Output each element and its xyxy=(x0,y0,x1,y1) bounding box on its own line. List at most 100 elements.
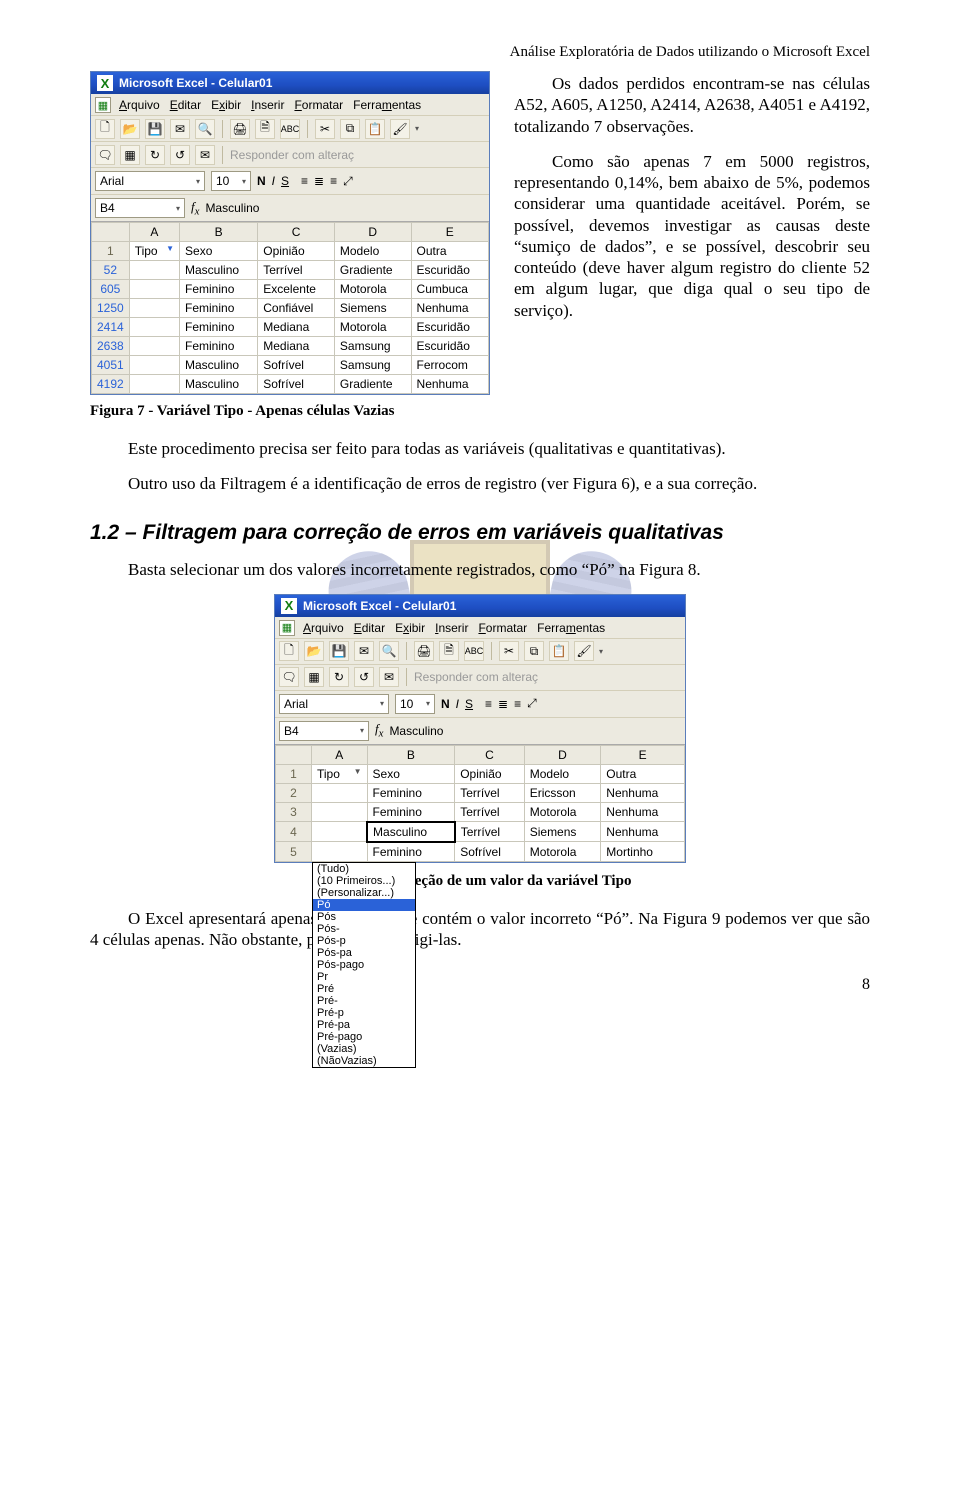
save-icon[interactable]: 💾 xyxy=(329,641,349,661)
preview-icon[interactable]: 🗎 xyxy=(255,119,275,139)
formula-value: Masculino xyxy=(205,201,259,215)
merge-icon[interactable]: ⤢ xyxy=(527,696,537,711)
paste-icon[interactable]: 📋 xyxy=(365,119,385,139)
search-icon[interactable]: 🔍 xyxy=(195,119,215,139)
filter-option[interactable]: Pré-pa xyxy=(313,1019,415,1031)
preview-icon[interactable]: 🗎 xyxy=(439,641,459,661)
filter-option[interactable]: (Personalizar...) xyxy=(313,887,415,899)
font-size-combo[interactable]: 10▾ xyxy=(395,694,435,714)
envelope-icon[interactable]: ✉ xyxy=(379,667,399,687)
filter-option[interactable]: Pré xyxy=(313,983,415,995)
italic-button[interactable]: I xyxy=(272,174,275,188)
filter-option[interactable]: Pós-p xyxy=(313,935,415,947)
fx-icon[interactable]: fx xyxy=(375,721,383,740)
formatting-toolbar: Arial▾ 10▾ N I S ≡ ≣ ≡ ⤢ xyxy=(91,168,489,195)
menu-ferramentas[interactable]: Ferramentas xyxy=(537,621,605,635)
spell-icon[interactable]: ABC xyxy=(464,641,484,661)
align-right-icon[interactable]: ≡ xyxy=(514,697,521,711)
menu-formatar[interactable]: Formatar xyxy=(478,621,527,635)
menu-exibir[interactable]: Exibir xyxy=(395,621,425,635)
cut-icon[interactable]: ✂ xyxy=(499,641,519,661)
align-center-icon[interactable]: ≣ xyxy=(314,174,324,188)
titlebar: X Microsoft Excel - Celular01 xyxy=(275,595,685,617)
envelope-icon[interactable]: ✉ xyxy=(195,145,215,165)
menu-exibir[interactable]: Exibir xyxy=(211,98,241,112)
filter-option[interactable]: (Vazias) xyxy=(313,1043,415,1055)
open-icon[interactable]: 📂 xyxy=(120,119,140,139)
open-icon[interactable]: 📂 xyxy=(304,641,324,661)
filter-option[interactable]: Pós xyxy=(313,911,415,923)
track-icon[interactable]: ↺ xyxy=(170,145,190,165)
merge-icon[interactable]: ⤢ xyxy=(343,174,353,189)
filter-option[interactable]: Pré- xyxy=(313,995,415,1007)
copy-icon[interactable]: ⧉ xyxy=(524,641,544,661)
name-box[interactable]: B4▾ xyxy=(95,198,185,218)
header-row: 1 Tipo▼ Sexo Opinião Modelo Outra xyxy=(92,242,489,261)
filter-option[interactable]: (NãoVazias) xyxy=(313,1055,415,1067)
standard-toolbar: 🗋 📂 💾 ✉ 🔍 🖨 🗎 ABC ✂ ⧉ 📋 🖌 ▾ xyxy=(275,639,685,665)
comment-icon[interactable]: 🗨 xyxy=(279,667,299,687)
spreadsheet-grid[interactable]: A B C D E 1 Tipo▼ Sexo Opinião Modelo Ou… xyxy=(91,222,489,394)
mail-icon[interactable]: ✉ xyxy=(170,119,190,139)
menu-inserir[interactable]: Inserir xyxy=(435,621,468,635)
align-right-icon[interactable]: ≡ xyxy=(330,174,337,188)
table-row: 1250FemininoConfiávelSiemensNenhuma xyxy=(92,299,489,318)
format-painter-icon[interactable]: 🖌 xyxy=(574,641,594,661)
filter-option[interactable]: (Tudo) xyxy=(313,863,415,875)
font-name-combo[interactable]: Arial▾ xyxy=(279,694,389,714)
filter-button-tipo[interactable]: ▼ xyxy=(166,244,174,253)
show-icon[interactable]: ▦ xyxy=(120,145,140,165)
menu-editar[interactable]: Editar xyxy=(170,98,201,112)
menu-arquivo[interactable]: Arquivo xyxy=(119,98,160,112)
menu-formatar[interactable]: Formatar xyxy=(294,98,343,112)
filter-dropdown-list[interactable]: (Tudo)(10 Primeiros...)(Personalizar...)… xyxy=(312,862,416,1068)
format-painter-icon[interactable]: 🖌 xyxy=(390,119,410,139)
menu-arquivo[interactable]: Arquivo xyxy=(303,621,344,635)
filter-option[interactable]: (10 Primeiros...) xyxy=(313,875,415,887)
align-center-icon[interactable]: ≣ xyxy=(498,697,508,711)
font-size-combo[interactable]: 10▾ xyxy=(211,171,251,191)
filter-option[interactable]: Pr xyxy=(313,971,415,983)
filter-option[interactable]: Pós- xyxy=(313,923,415,935)
bold-button[interactable]: N xyxy=(257,174,266,188)
show-icon[interactable]: ▦ xyxy=(304,667,324,687)
spell-icon[interactable]: ABC xyxy=(280,119,300,139)
review-toolbar: 🗨 ▦ ↻ ↺ ✉ Responder com alteraç xyxy=(275,665,685,691)
menu-inserir[interactable]: Inserir xyxy=(251,98,284,112)
font-name-combo[interactable]: Arial▾ xyxy=(95,171,205,191)
save-icon[interactable]: 💾 xyxy=(145,119,165,139)
filter-option[interactable]: Pré-pago xyxy=(313,1031,415,1043)
filter-option[interactable]: Pré-p xyxy=(313,1007,415,1019)
accept-icon[interactable]: ↻ xyxy=(145,145,165,165)
align-left-icon[interactable]: ≡ xyxy=(485,697,492,711)
align-left-icon[interactable]: ≡ xyxy=(301,174,308,188)
responder-label: Responder com alteraç xyxy=(230,148,354,162)
accept-icon[interactable]: ↻ xyxy=(329,667,349,687)
comment-icon[interactable]: 🗨 xyxy=(95,145,115,165)
italic-button[interactable]: I xyxy=(456,697,459,711)
cut-icon[interactable]: ✂ xyxy=(315,119,335,139)
filter-option[interactable]: Pó xyxy=(313,899,415,911)
new-icon[interactable]: 🗋 xyxy=(95,119,115,139)
spreadsheet-grid[interactable]: A B C D E 1 Tipo▼ Sexo Opinião Modelo Ou… xyxy=(275,745,685,862)
filter-option[interactable]: Pós-pago xyxy=(313,959,415,971)
mail-icon[interactable]: ✉ xyxy=(354,641,374,661)
underline-button[interactable]: S xyxy=(281,174,289,188)
underline-button[interactable]: S xyxy=(465,697,473,711)
copy-icon[interactable]: ⧉ xyxy=(340,119,360,139)
filter-button-tipo[interactable]: ▼ xyxy=(354,767,362,776)
filter-option[interactable]: Pós-pa xyxy=(313,947,415,959)
menubar: ▦ Arquivo Editar Exibir Inserir Formatar… xyxy=(91,94,489,116)
print-icon[interactable]: 🖨 xyxy=(414,641,434,661)
bold-button[interactable]: N xyxy=(441,697,450,711)
track-icon[interactable]: ↺ xyxy=(354,667,374,687)
name-box[interactable]: B4▾ xyxy=(279,721,369,741)
search-icon[interactable]: 🔍 xyxy=(379,641,399,661)
menu-editar[interactable]: Editar xyxy=(354,621,385,635)
fx-icon[interactable]: fx xyxy=(191,199,199,218)
menu-ferramentas[interactable]: Ferramentas xyxy=(353,98,421,112)
print-icon[interactable]: 🖨 xyxy=(230,119,250,139)
new-icon[interactable]: 🗋 xyxy=(279,641,299,661)
paste-icon[interactable]: 📋 xyxy=(549,641,569,661)
paragraph: Os dados perdidos encontram-se nas célul… xyxy=(514,73,870,137)
